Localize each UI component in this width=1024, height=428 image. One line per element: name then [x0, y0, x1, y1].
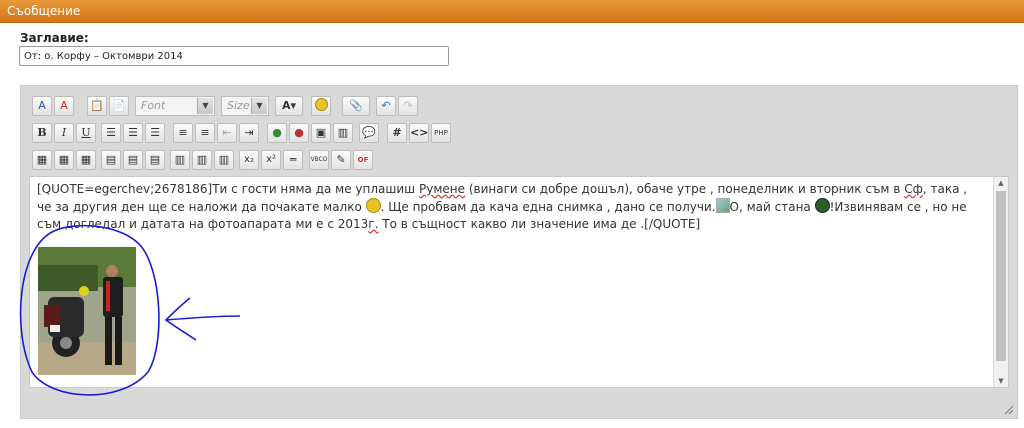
scroll-down-icon[interactable]: ▼: [994, 375, 1008, 387]
video-embed-icon[interactable]: VBCO: [309, 150, 329, 170]
editor-content-area[interactable]: [QUOTE=egerchev;2678186]Ти с гости няма …: [29, 176, 1009, 388]
insert-image-icon[interactable]: ▣: [311, 123, 331, 143]
redo-icon[interactable]: ↷: [398, 96, 418, 116]
toolbar-row-3: ▦ ▦ ▦ ▤ ▤ ▤ ▥ ▥ ▥ x₂ x² ═ VBCO ✎ OF: [29, 150, 929, 170]
broken-image-icon: [715, 198, 730, 213]
insert-link-icon[interactable]: ●: [267, 123, 287, 143]
text-color-dropdown-icon[interactable]: A▾: [275, 96, 303, 116]
toolbar-row-2: B I U ☰ ☰ ☰ ≡ ≡ ⇤ ⇥ ● ● ▣ ▥ 💬 # <> PHP: [29, 123, 929, 143]
smiley-icon: [365, 198, 381, 213]
title-label: Заглавие:: [20, 31, 89, 45]
code-button[interactable]: <>: [409, 123, 429, 143]
chevron-down-icon: ▼: [197, 98, 213, 114]
font-color-icon[interactable]: A: [32, 96, 52, 116]
motorcycle-photo: [38, 247, 136, 375]
offtopic-icon[interactable]: OF: [353, 150, 373, 170]
message-part-7: То в същност какво ли значение има де .[…: [378, 217, 701, 231]
toolbar-row-1: A A 📋 📄 Font ▼ Size ▼ A▾ 📎 ↶ ↷: [29, 96, 929, 116]
column-delete-icon[interactable]: ▥: [214, 150, 234, 170]
column-insert-after-icon[interactable]: ▥: [192, 150, 212, 170]
font-select-label: Font: [141, 99, 166, 112]
smiley-icon[interactable]: [311, 96, 331, 116]
ordered-list-icon[interactable]: ≡: [173, 123, 193, 143]
content-scrollbar[interactable]: ▲ ▼: [993, 177, 1008, 387]
font-select[interactable]: Font ▼: [135, 96, 215, 116]
message-text[interactable]: [QUOTE=egerchev;2678186]Ти с гости няма …: [37, 181, 982, 233]
align-center-icon[interactable]: ☰: [123, 123, 143, 143]
outdent-icon[interactable]: ⇤: [217, 123, 237, 143]
wysiwyg-editor: A A 📋 📄 Font ▼ Size ▼ A▾ 📎 ↶ ↷ B I U ☰ ☰ ☰…: [20, 85, 1018, 419]
bold-button[interactable]: B: [32, 123, 52, 143]
insert-video-icon[interactable]: ▥: [333, 123, 353, 143]
paste-icon[interactable]: 📋: [87, 96, 107, 116]
quote-icon[interactable]: 💬: [359, 123, 379, 143]
misspelled-word: Сф: [904, 182, 923, 196]
message-part-5: О, май стана: [729, 200, 815, 214]
message-header: Съобщение: [0, 0, 1024, 23]
smiley-face-icon: [314, 98, 328, 111]
scroll-up-icon[interactable]: ▲: [994, 177, 1008, 189]
table-insert-icon[interactable]: ▦: [32, 150, 52, 170]
scrollbar-thumb[interactable]: [996, 191, 1006, 361]
size-select[interactable]: Size ▼: [221, 96, 269, 116]
misspelled-word: Румене: [418, 182, 465, 196]
misspelled-word: г.: [368, 217, 379, 231]
hash-button[interactable]: #: [387, 123, 407, 143]
table-delete-icon[interactable]: ▦: [76, 150, 96, 170]
chevron-down-icon: ▼: [251, 98, 267, 114]
underline-button[interactable]: U: [76, 123, 96, 143]
message-part-1: [QUOTE=egerchev;2678186]Ти с гости няма …: [37, 182, 419, 196]
php-icon[interactable]: PHP: [431, 123, 451, 143]
undo-icon[interactable]: ↶: [376, 96, 396, 116]
eraser-icon[interactable]: ✎: [331, 150, 351, 170]
italic-button[interactable]: I: [54, 123, 74, 143]
header-title: Съобщение: [7, 4, 81, 18]
row-insert-before-icon[interactable]: ▤: [101, 150, 121, 170]
horizontal-rule-icon[interactable]: ═: [283, 150, 303, 170]
unordered-list-icon[interactable]: ≡: [195, 123, 215, 143]
attachment-dropdown-icon[interactable]: 📎: [342, 96, 370, 116]
title-input[interactable]: От: о. Корфу – Октомври 2014: [19, 46, 449, 66]
table-properties-icon[interactable]: ▦: [54, 150, 74, 170]
superscript-button[interactable]: x²: [261, 150, 281, 170]
remove-link-icon[interactable]: ●: [289, 123, 309, 143]
indent-icon[interactable]: ⇥: [239, 123, 259, 143]
message-part-2: (винаги си добре дошъл), обаче утре , по…: [465, 182, 905, 196]
subscript-button[interactable]: x₂: [239, 150, 259, 170]
size-select-label: Size: [227, 99, 250, 112]
message-part-4: . Ще пробвам да кача една снимка , дано …: [380, 200, 716, 214]
column-insert-before-icon[interactable]: ▥: [170, 150, 190, 170]
row-insert-after-icon[interactable]: ▤: [123, 150, 143, 170]
align-left-icon[interactable]: ☰: [101, 123, 121, 143]
resize-grip-icon[interactable]: [1003, 404, 1013, 414]
paste-word-icon[interactable]: 📄: [109, 96, 129, 116]
row-delete-icon[interactable]: ▤: [145, 150, 165, 170]
align-right-icon[interactable]: ☰: [145, 123, 165, 143]
grin-smiley-icon: [814, 198, 830, 213]
remove-format-icon[interactable]: A: [54, 96, 74, 116]
